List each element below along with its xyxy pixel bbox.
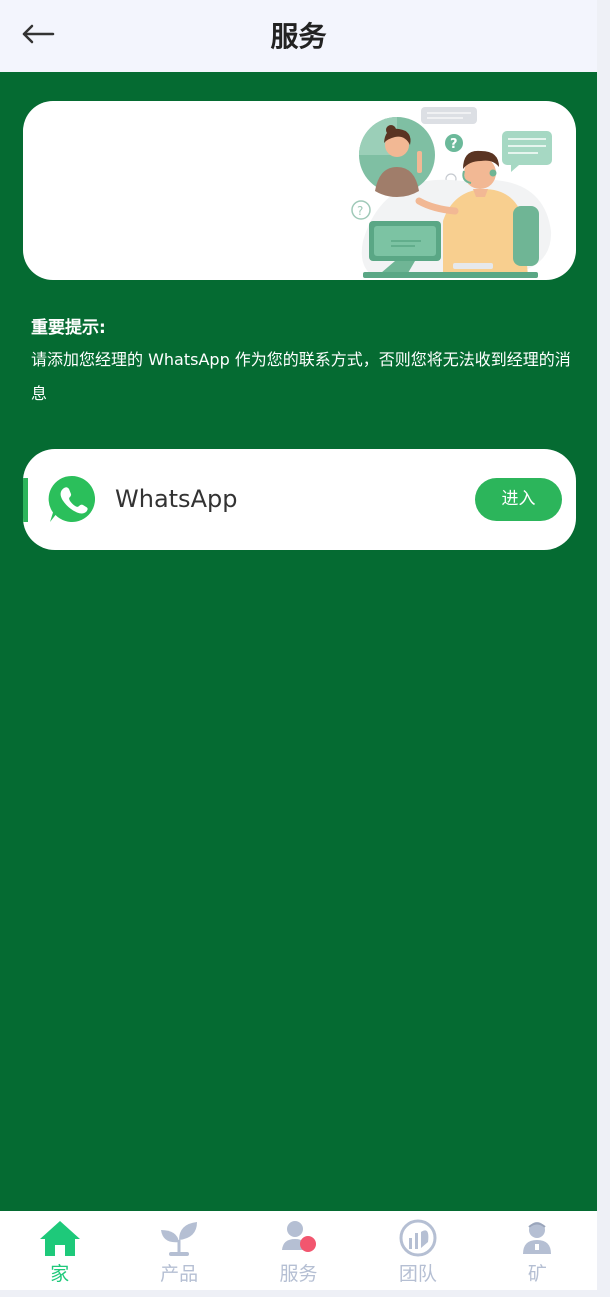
bottom-navigation: 家 产品 服务 团队 矿 bbox=[0, 1211, 597, 1290]
svg-text:?: ? bbox=[450, 137, 458, 152]
nav-label-team: 团队 bbox=[398, 1263, 437, 1285]
service-icon bbox=[281, 1221, 316, 1252]
important-notice: 重要提示: 请添加您经理的 WhatsApp 作为您的联系方式，否则您将无法收到… bbox=[31, 313, 571, 411]
nav-item-products[interactable]: 产品 bbox=[119, 1211, 238, 1290]
team-icon bbox=[399, 1219, 437, 1257]
page-title: 服务 bbox=[270, 20, 327, 53]
customer-support-illustration: ? ? bbox=[351, 107, 552, 278]
card-accent-bar bbox=[23, 478, 28, 522]
right-gutter bbox=[597, 0, 610, 1297]
miner-icon bbox=[523, 1222, 552, 1254]
nav-label-service: 服务 bbox=[279, 1263, 318, 1285]
whatsapp-contact-card[interactable]: WhatsApp 进入 bbox=[23, 449, 576, 550]
nav-label-mine: 矿 bbox=[527, 1263, 547, 1285]
sprout-icon bbox=[161, 1222, 198, 1256]
bottom-strip bbox=[0, 1290, 610, 1297]
nav-item-service[interactable]: 服务 bbox=[239, 1211, 358, 1290]
home-icon bbox=[39, 1221, 80, 1256]
nav-label-products: 产品 bbox=[160, 1263, 199, 1285]
nav-item-team[interactable]: 团队 bbox=[358, 1211, 477, 1290]
nav-item-mine[interactable]: 矿 bbox=[478, 1211, 597, 1290]
enter-button[interactable]: 进入 bbox=[475, 478, 562, 521]
nav-item-home[interactable]: 家 bbox=[0, 1211, 119, 1290]
svg-text:?: ? bbox=[357, 204, 363, 218]
service-page: 服务 ? ? 重要提示: 请添加您经理的 WhatsApp 作为您的联系方式，否… bbox=[0, 0, 597, 1297]
notice-text: 请添加您经理的 WhatsApp 作为您的联系方式，否则您将无法收到经理的消息 bbox=[31, 350, 571, 403]
whatsapp-icon bbox=[48, 475, 96, 522]
top-header: 服务 bbox=[0, 0, 597, 72]
nav-label-home: 家 bbox=[50, 1263, 70, 1285]
contact-name: WhatsApp bbox=[115, 485, 238, 513]
notice-title: 重要提示: bbox=[31, 318, 106, 338]
support-banner: ? ? bbox=[23, 101, 576, 280]
